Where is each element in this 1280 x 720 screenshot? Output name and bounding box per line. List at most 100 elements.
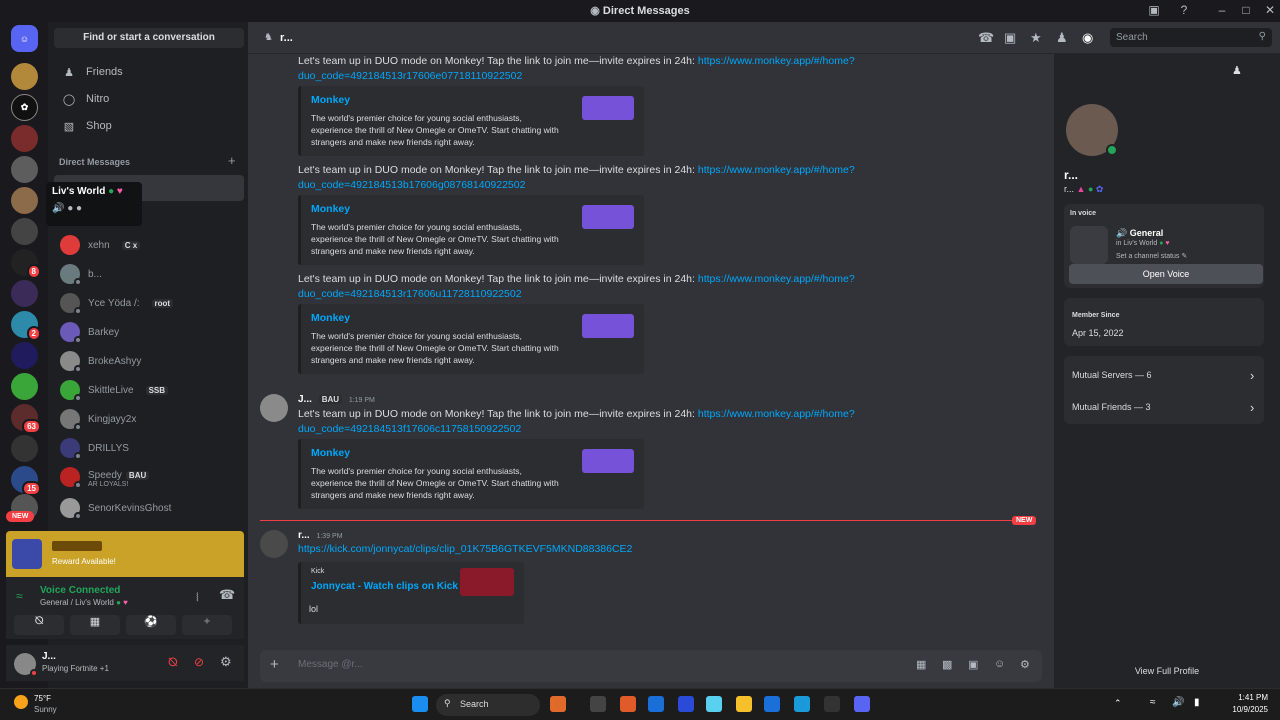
user-profile-icon[interactable]: ◉ [1082,30,1093,46]
profile-avatar[interactable] [1066,104,1118,156]
new-unread-pill[interactable]: NEW [6,511,35,522]
server-icon[interactable]: ✿ [11,94,38,121]
camera-button[interactable]: ⦰ [14,615,64,635]
server-icon[interactable] [11,280,38,307]
volume-icon[interactable]: 🔊 [1172,697,1184,708]
emoji-icon[interactable]: ☺ [994,658,1005,670]
copilot-icon[interactable] [706,696,722,712]
author-name[interactable]: r... [298,530,310,541]
server-icon[interactable] [11,125,38,152]
store-icon[interactable] [764,696,780,712]
dm-item[interactable]: Kingjayy2x [54,406,244,432]
add-friend-icon[interactable]: ♟ [1232,64,1242,77]
signal-icon[interactable]: ≈ [16,589,23,603]
app-icon[interactable] [678,696,694,712]
create-dm-icon[interactable]: + [228,153,236,168]
taskbar-search[interactable]: ⚲ Search [436,694,540,716]
pinned-messages-icon[interactable]: ★ [1030,30,1042,46]
dm-item[interactable]: xehn C x [54,232,244,258]
video-call-icon[interactable]: ▣ [1004,30,1016,46]
gif-icon[interactable]: ▩ [942,658,952,671]
server-icon[interactable] [11,218,38,245]
quest-banner[interactable]: Reward Available! [6,531,244,577]
mute-icon[interactable]: ⦰ [168,655,178,670]
clock-time[interactable]: 1:41 PM [1232,693,1268,702]
nav-shop[interactable]: ▧ Shop [54,114,244,138]
maximize-button[interactable]: □ [1238,3,1254,17]
task-view-icon[interactable] [590,696,606,712]
embed-thumbnail[interactable] [582,314,634,338]
soundboard-button[interactable]: ✦ [182,615,232,635]
embed-thumbnail[interactable] [582,96,634,120]
outlook-icon[interactable] [648,696,664,712]
add-friends-to-dm-icon[interactable]: ♟ [1056,30,1068,46]
dm-item[interactable]: b... [54,261,244,287]
noise-suppression-icon[interactable]: ⧙ [196,589,199,605]
author-avatar[interactable] [260,394,288,422]
activity-button[interactable]: ⚽ [126,615,176,635]
dm-item[interactable]: SenorKevinsGhost [54,495,244,521]
deafen-icon[interactable]: ⊘ [194,655,204,669]
mutual-servers-row[interactable]: Mutual Servers — 6 [1072,370,1152,380]
screen-share-button[interactable]: ▦ [70,615,120,635]
server-icon[interactable] [11,342,38,369]
open-voice-button[interactable]: Open Voice [1069,264,1263,284]
wifi-icon[interactable]: ≈ [1150,697,1156,708]
author-avatar[interactable] [260,530,288,558]
server-icon[interactable] [11,63,38,90]
widgets-icon[interactable] [550,696,566,712]
server-icon[interactable] [11,435,38,462]
nav-friends[interactable]: ♟ Friends [54,60,244,84]
message-composer[interactable]: + Message @r... ▦ ▩ ▣ ☺ ⚙ [260,650,1042,682]
discord-taskbar-icon[interactable] [854,696,870,712]
close-button[interactable]: ✕ [1262,3,1278,17]
user-name[interactable]: J... [42,651,56,662]
view-full-profile-link[interactable]: View Full Profile [1054,666,1280,676]
inbox-icon[interactable]: ▣ [1146,3,1162,17]
channel-status-row[interactable]: Set a channel status ✎ [1116,252,1187,260]
dm-item[interactable]: Speedy BAU AR LOYALS! [54,464,244,490]
weather-temp[interactable]: 75°F [34,694,51,703]
server-icon[interactable]: 63 [11,404,41,434]
disconnect-icon[interactable]: ☎ [219,587,235,603]
dm-item[interactable]: Yce Yöda /: root [54,290,244,316]
author-name[interactable]: J... [298,394,312,405]
dm-item[interactable]: BrokeAshyy [54,348,244,374]
attach-plus-icon[interactable]: + [270,656,279,673]
message-link[interactable]: https://kick.com/jonnycat/clips/clip_01K… [298,543,632,555]
embed-thumbnail[interactable] [460,568,514,596]
voice-call-icon[interactable]: ☎ [978,30,994,46]
server-icon-livs-world[interactable] [11,187,38,214]
find-conversation-button[interactable]: Find or start a conversation [54,28,244,48]
apps-icon[interactable]: ⚙ [1020,658,1030,671]
nav-nitro[interactable]: ◯ Nitro [54,87,244,111]
help-icon[interactable]: ? [1176,3,1192,17]
app-icon[interactable] [794,696,810,712]
server-icon[interactable]: 2 [11,311,41,341]
sticker-icon[interactable]: ▣ [968,658,978,671]
user-avatar[interactable] [14,653,38,677]
embed-thumbnail[interactable] [582,449,634,473]
mutual-friends-row[interactable]: Mutual Friends — 3 [1072,402,1151,412]
server-icon[interactable]: 8 [11,249,41,279]
discord-home-icon[interactable]: ☺ [11,25,38,52]
voice-channel[interactable]: General / Liv's World ● ♥ [40,598,128,607]
file-explorer-icon[interactable] [736,696,752,712]
voice-status[interactable]: Voice Connected [40,585,120,596]
search-input[interactable]: Search ⚲ [1110,28,1272,47]
embed-thumbnail[interactable] [582,205,634,229]
battery-icon[interactable]: ▮ [1194,697,1200,708]
recipient-name[interactable]: r... [280,32,293,44]
dm-item[interactable]: DRILLYS [54,435,244,461]
weather-icon[interactable] [14,695,28,709]
tray-chevron-icon[interactable]: ⌃ [1114,698,1122,709]
app-icon[interactable] [824,696,840,712]
minimize-button[interactable]: – [1214,3,1230,17]
dm-item[interactable]: SkittleLive SSB [54,377,244,403]
brave-browser-icon[interactable] [620,696,636,712]
settings-gear-icon[interactable]: ⚙ [220,654,232,670]
gift-icon[interactable]: ▦ [916,658,926,671]
server-icon[interactable]: 15 [11,466,41,496]
server-icon[interactable] [11,156,38,183]
start-menu-icon[interactable] [412,696,428,712]
